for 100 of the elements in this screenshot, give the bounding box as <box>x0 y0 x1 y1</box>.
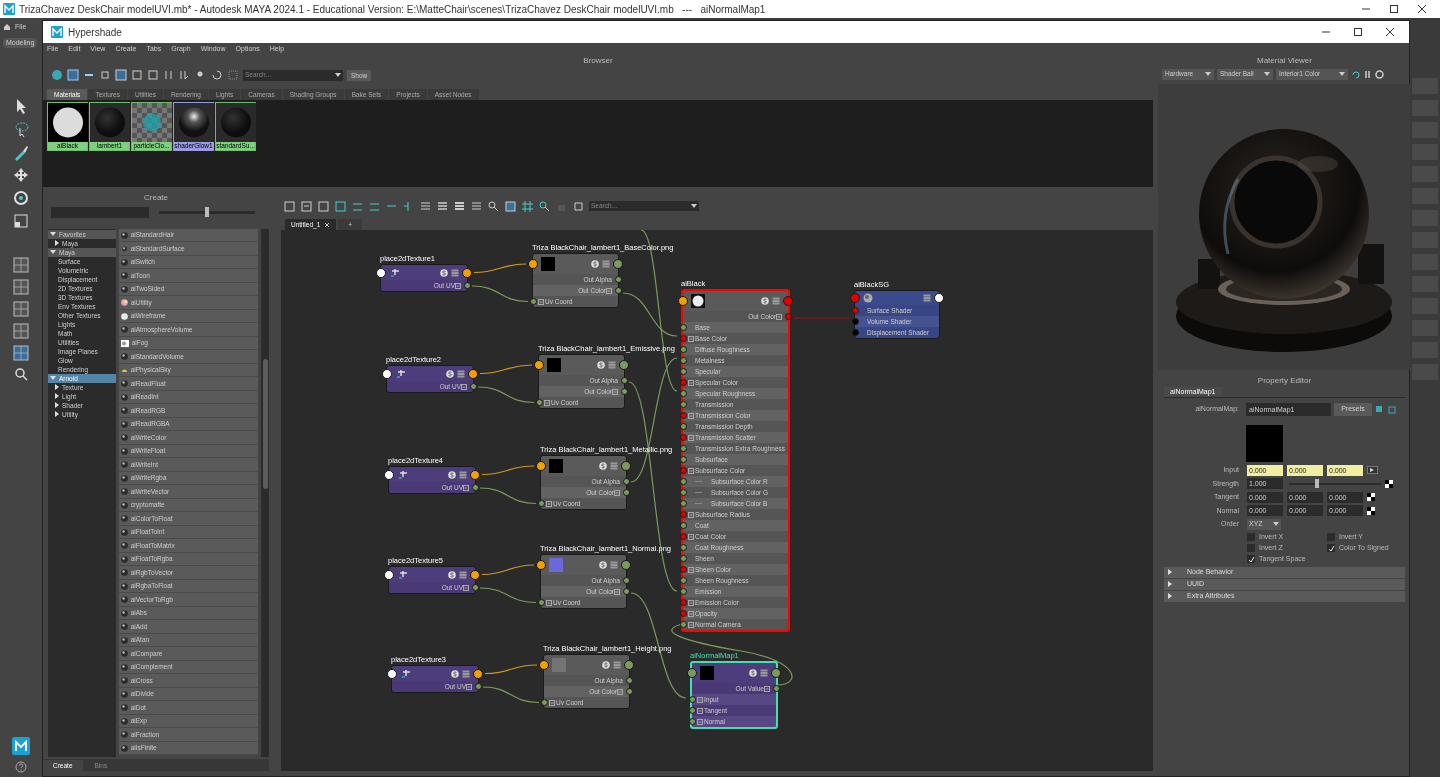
connection-wire[interactable] <box>671 623 793 686</box>
map-button-icon[interactable] <box>1367 506 1375 515</box>
scale-tool-icon[interactable] <box>11 211 31 231</box>
expand-icon[interactable] <box>546 599 552 606</box>
s-badge-icon[interactable] <box>761 297 769 305</box>
help-icon[interactable] <box>15 761 27 773</box>
s-badge-icon[interactable] <box>448 570 456 579</box>
search-field[interactable] <box>51 207 149 219</box>
map-button-icon[interactable] <box>1385 479 1393 488</box>
checkbox[interactable] <box>1247 544 1255 552</box>
frame-icon[interactable] <box>317 199 330 213</box>
maximize-icon[interactable] <box>1353 27 1363 37</box>
expand-icon[interactable] <box>612 388 618 395</box>
expand-icon[interactable] <box>764 685 770 692</box>
app-logo-icon[interactable] <box>12 737 30 755</box>
search-icon[interactable] <box>14 367 28 381</box>
close-icon[interactable] <box>1417 4 1427 14</box>
sphere-icon <box>120 407 128 415</box>
node-canvas[interactable] <box>281 230 1153 771</box>
expand-icon[interactable] <box>688 467 694 474</box>
expand-icon[interactable] <box>463 484 469 491</box>
search-icon[interactable] <box>487 199 500 213</box>
panel-title: Property Editor <box>1257 376 1312 386</box>
checkbox[interactable] <box>1327 533 1335 541</box>
expand-icon[interactable] <box>688 511 694 518</box>
expand-icon[interactable] <box>688 379 694 386</box>
expand-icon[interactable] <box>549 699 555 706</box>
slider-thumb[interactable] <box>205 207 209 218</box>
close-icon[interactable] <box>1385 27 1395 37</box>
dropdown-arrow-icon <box>1339 72 1345 76</box>
s-badge-icon[interactable] <box>749 669 757 677</box>
list-icon[interactable] <box>470 199 483 213</box>
frame-icon[interactable] <box>300 199 313 213</box>
expand-icon[interactable] <box>688 533 694 540</box>
expand-icon[interactable] <box>544 399 550 406</box>
checkbox[interactable] <box>1327 544 1335 552</box>
list-icon[interactable] <box>436 199 449 213</box>
expand-icon[interactable] <box>697 696 703 703</box>
grid-icon[interactable] <box>521 199 534 213</box>
connection-wire[interactable] <box>484 664 538 675</box>
tree-line <box>695 492 702 493</box>
s-badge-icon[interactable] <box>448 470 456 479</box>
s-badge-icon[interactable] <box>451 669 459 678</box>
sphere-icon <box>120 744 128 752</box>
s-badge-icon[interactable] <box>440 268 448 277</box>
expand-icon[interactable] <box>688 335 694 342</box>
tree-line <box>695 481 702 482</box>
s-badge-icon[interactable] <box>597 361 605 369</box>
expand-icon[interactable] <box>697 707 703 714</box>
dropdown-arrow-icon <box>1273 522 1279 527</box>
connection-wire[interactable] <box>481 564 535 576</box>
sphere-icon <box>120 528 128 536</box>
expand-icon[interactable] <box>688 412 694 419</box>
s-badge-icon[interactable] <box>599 561 607 569</box>
expand-icon[interactable] <box>463 584 469 591</box>
expand-icon[interactable] <box>776 313 782 320</box>
expand-icon[interactable] <box>688 599 694 606</box>
scrollbar-thumb[interactable] <box>262 358 268 489</box>
checkbox[interactable] <box>1247 555 1255 563</box>
four-view-icon[interactable] <box>13 301 29 317</box>
home-icon[interactable] <box>3 23 11 31</box>
s-badge-icon[interactable] <box>599 462 607 470</box>
s-badge-icon[interactable] <box>602 661 610 669</box>
expand-icon[interactable] <box>606 287 612 294</box>
list-icon[interactable] <box>453 199 466 213</box>
expand-icon[interactable] <box>697 718 703 725</box>
expand-icon[interactable] <box>538 298 544 305</box>
connection-wire[interactable] <box>479 364 533 375</box>
map-button-icon[interactable] <box>1367 493 1375 502</box>
sphere-icon <box>120 555 128 563</box>
expand-icon[interactable] <box>455 282 461 289</box>
rotate-tool-icon[interactable] <box>11 188 31 208</box>
swatch-view-icon[interactable] <box>67 69 79 81</box>
slider-thumb[interactable] <box>1314 478 1319 488</box>
expand-icon[interactable] <box>617 688 623 695</box>
settings-icon[interactable] <box>1375 69 1384 79</box>
expand-icon[interactable] <box>688 566 694 573</box>
connection-wire[interactable] <box>481 465 535 476</box>
expand-icon[interactable] <box>466 683 472 690</box>
color-swatch[interactable] <box>1246 424 1283 462</box>
sphere-icon <box>863 293 873 303</box>
expand-icon[interactable] <box>688 434 694 441</box>
frame-icon[interactable] <box>283 199 296 213</box>
place-texture-icon <box>400 668 412 679</box>
frame-icon[interactable] <box>504 199 517 213</box>
list-icon[interactable] <box>419 199 432 213</box>
expand-icon[interactable] <box>688 610 694 617</box>
maximize-icon[interactable] <box>1389 4 1399 14</box>
expand-icon[interactable] <box>461 383 467 390</box>
s-badge-icon[interactable] <box>591 260 599 268</box>
expand-icon[interactable] <box>614 588 620 595</box>
expand-icon[interactable] <box>614 489 620 496</box>
node[interactable] <box>681 289 790 632</box>
connection-wire[interactable] <box>473 263 527 274</box>
checkbox[interactable] <box>1247 533 1255 541</box>
s-badge-icon[interactable] <box>446 369 454 378</box>
expand-icon[interactable] <box>546 500 552 507</box>
pause-icon[interactable] <box>1363 69 1372 79</box>
panel-title: Browser <box>583 56 613 66</box>
expand-icon[interactable] <box>688 621 694 628</box>
